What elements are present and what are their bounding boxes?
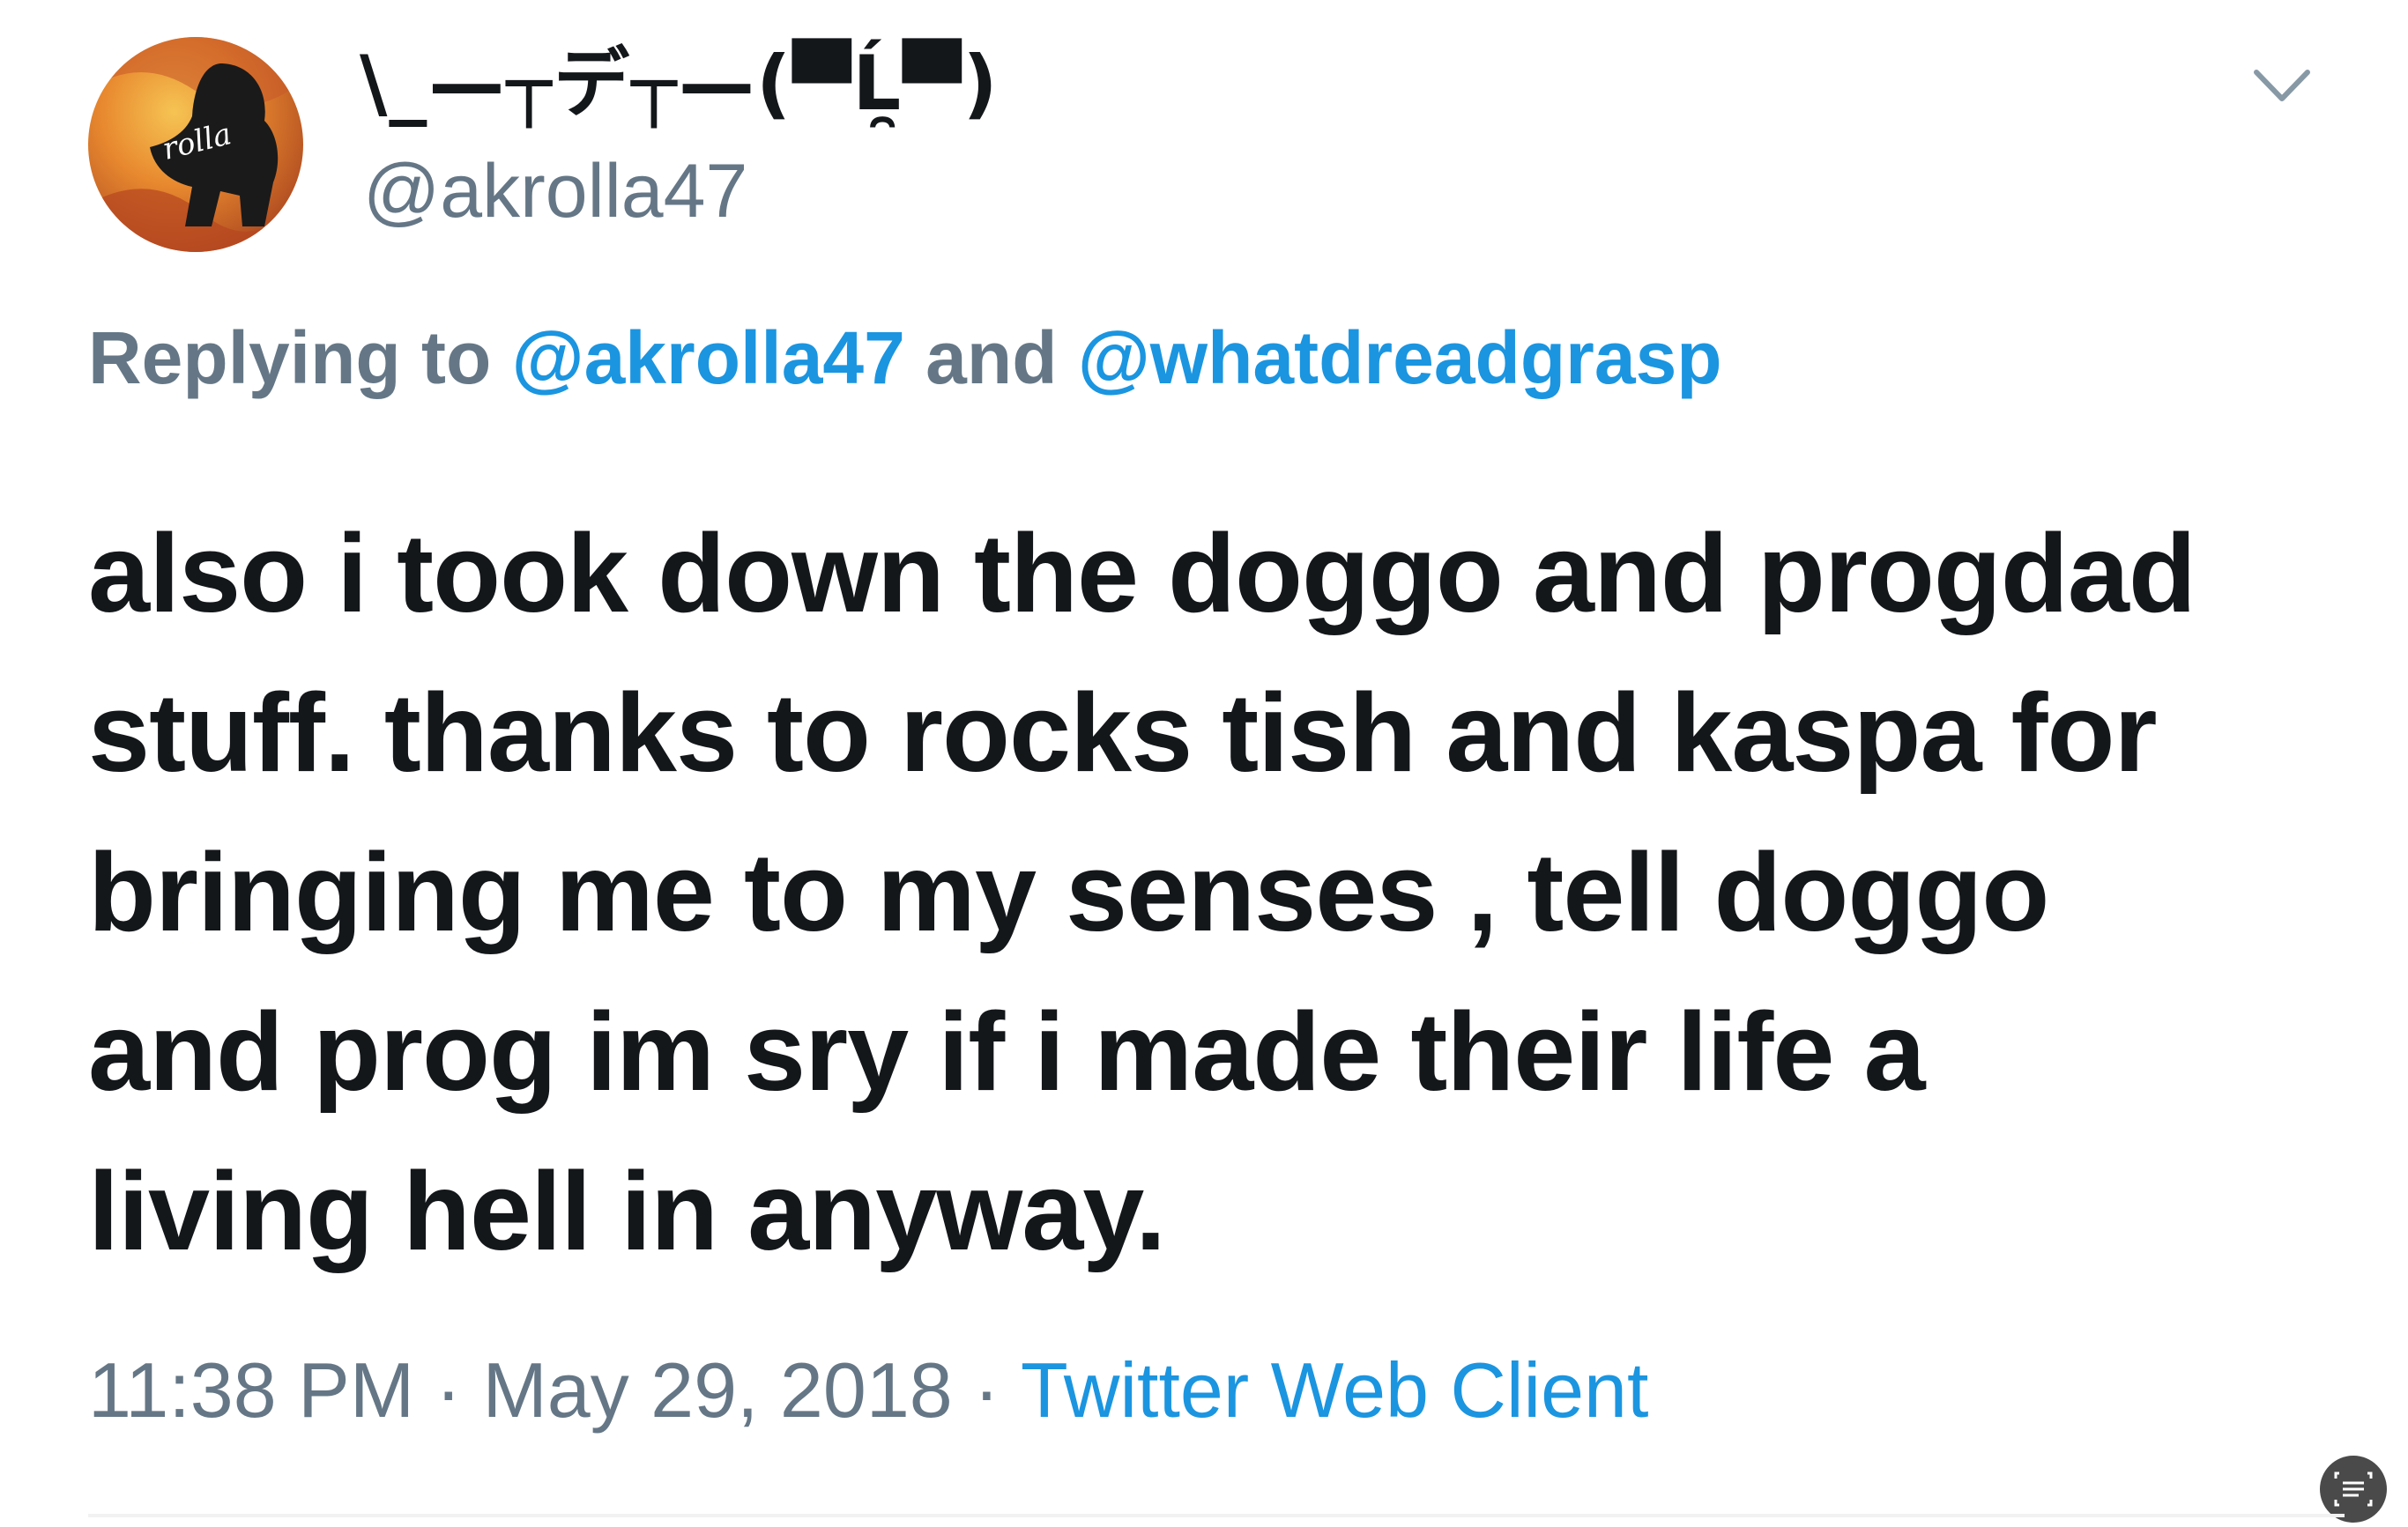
tweet-text-line: and prog im sry if i made their life a bbox=[88, 990, 1926, 1114]
tweet-text-line: also i took down the doggo and progdad bbox=[88, 511, 2196, 635]
chevron-down-icon[interactable] bbox=[2244, 48, 2320, 123]
mention-link-akrolla47[interactable]: @akrolla47 bbox=[512, 316, 905, 399]
tweet-meta: 11:38 PM · May 29, 2018 · Twitter Web Client bbox=[88, 1352, 1648, 1429]
tweet-text-line: living hell in anyway. bbox=[88, 1149, 1166, 1273]
user-handle[interactable]: @akrolla47 bbox=[363, 153, 747, 229]
tweet-text-line: stuff. thanks to rocks tish and kaspa fo… bbox=[88, 671, 2157, 795]
reply-joiner: and bbox=[904, 316, 1078, 399]
meta-separator: · bbox=[435, 1346, 462, 1434]
scan-text-icon[interactable] bbox=[2320, 1456, 2387, 1523]
display-name[interactable]: \_—┬デ┬—(▀̿Ĺ̯▀̿) bbox=[360, 46, 1000, 122]
tweet: rolla \_—┬デ┬—(▀̿Ĺ̯▀̿) @akrolla47 Replyin… bbox=[0, 0, 2408, 1523]
tweet-date[interactable]: May 29, 2018 bbox=[482, 1346, 952, 1434]
avatar[interactable]: rolla bbox=[88, 37, 303, 252]
tweet-text: also i took down the doggo and progdad s… bbox=[88, 493, 2345, 1291]
tweet-time[interactable]: 11:38 PM bbox=[88, 1346, 414, 1434]
mention-link-whatdreadgrasp[interactable]: @whatdreadgrasp bbox=[1078, 316, 1722, 399]
divider bbox=[88, 1514, 2345, 1517]
avatar-image: rolla bbox=[88, 37, 303, 252]
tweet-source-link[interactable]: Twitter Web Client bbox=[1021, 1346, 1648, 1434]
reply-prefix: Replying to bbox=[88, 316, 512, 399]
meta-separator: · bbox=[973, 1346, 1000, 1434]
reply-context: Replying to @akrolla47 and @whatdreadgra… bbox=[88, 321, 1722, 395]
tweet-text-line: bringing me to my senses , tell doggo bbox=[88, 830, 2049, 954]
